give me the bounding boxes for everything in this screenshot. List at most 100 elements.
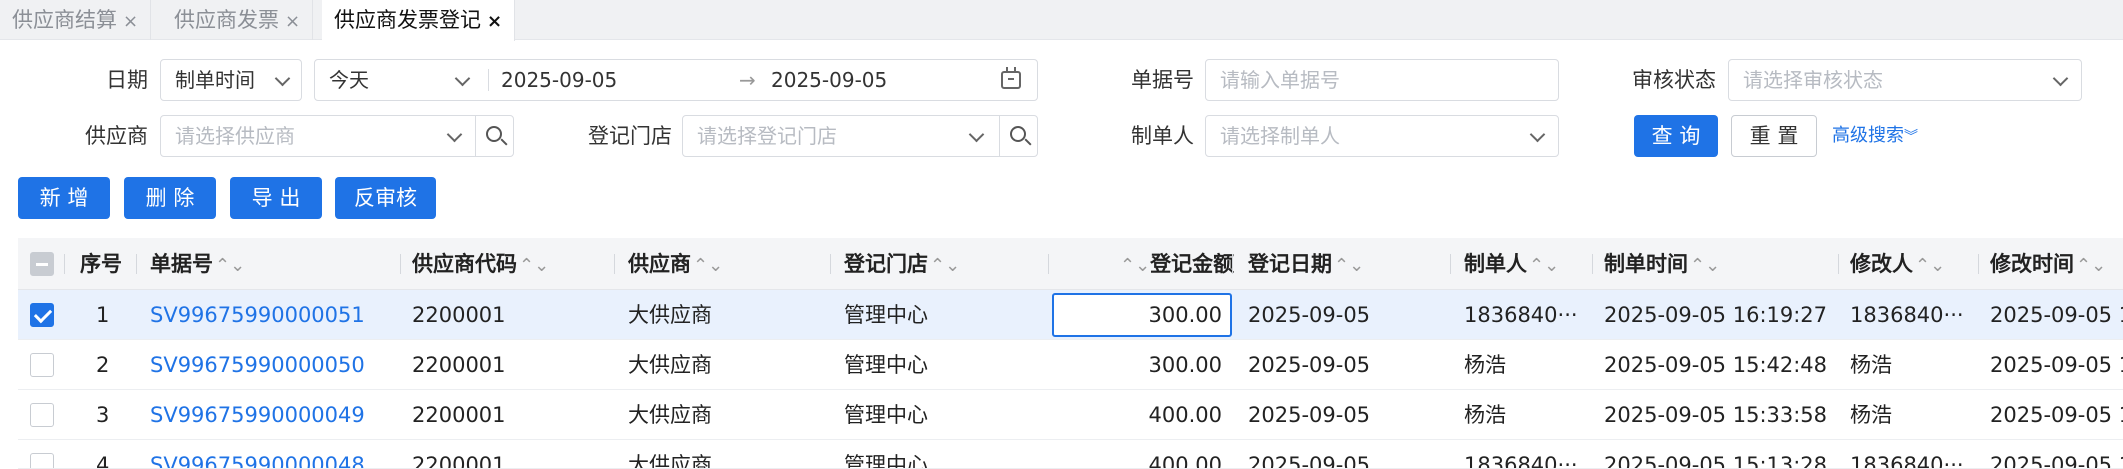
store-placeholder: 请选择登记门店 (697, 124, 837, 148)
cell-seq: 2 (96, 353, 110, 377)
doc-no-input[interactable]: 请输入单据号 (1205, 59, 1559, 101)
cell-modified-time: 2025-09-05 15 (1990, 403, 2123, 427)
cell-supplier-code: 2200001 (412, 353, 506, 377)
col-creator-label: 制单人 (1464, 252, 1527, 276)
col-doc-no[interactable]: 单据号 ⌃⌄ (150, 238, 245, 290)
cell-store: 管理中心 (844, 453, 928, 469)
close-icon[interactable]: × (123, 11, 138, 32)
cell-reg-date: 2025-09-05 (1248, 403, 1371, 427)
cell-supplier-code: 2200001 (412, 303, 506, 327)
audit-status-select[interactable]: 请选择审核状态 (1728, 59, 2082, 101)
col-supplier[interactable]: 供应商 ⌃⌄ (628, 238, 723, 290)
divider (488, 69, 489, 91)
table-row[interactable]: 1 SV99675990000051 2200001 大供应商 管理中心 300… (18, 290, 2123, 340)
chevron-down-icon (1529, 126, 1546, 143)
tab-supplier-invoice[interactable]: 供应商发票 × (162, 0, 314, 40)
col-amount[interactable]: ⌃⌄登记金额 (1118, 238, 1234, 290)
cell-seq: 1 (96, 303, 110, 327)
cell-store: 管理中心 (844, 403, 928, 427)
tab-supplier-settlement[interactable]: 供应商结算 × (0, 0, 152, 40)
date-range-picker[interactable]: 今天 2025-09-05 → 2025-09-05 (314, 59, 1038, 101)
col-modifier-label: 修改人 (1850, 252, 1913, 276)
close-icon[interactable]: × (487, 11, 502, 32)
col-creator[interactable]: 制单人 ⌃⌄ (1464, 238, 1559, 290)
store-label: 登记门店 (588, 124, 672, 148)
cell-supplier: 大供应商 (628, 453, 712, 469)
col-store-label: 登记门店 (844, 252, 928, 276)
col-supplier-code[interactable]: 供应商代码 ⌃⌄ (412, 238, 549, 290)
store-select[interactable]: 请选择登记门店 (682, 115, 1038, 157)
row-checkbox[interactable] (30, 353, 54, 377)
cell-creator: 杨浩 (1464, 403, 1506, 427)
sort-icon: ⌃⌄ (1120, 255, 1151, 276)
cell-modifier: 杨浩 (1850, 403, 1892, 427)
cell-supplier-code: 2200001 (412, 403, 506, 427)
date-type-select[interactable]: 制单时间 (160, 59, 302, 101)
cell-doc-no-link[interactable]: SV99675990000049 (150, 390, 365, 440)
cell-created-time: 2025-09-05 16:19:27 (1604, 303, 1828, 327)
column-divider (830, 254, 831, 274)
column-divider (1048, 254, 1049, 274)
cell-creator: 1836840··· (1464, 303, 1578, 327)
col-reg-date[interactable]: 登记日期 ⌃⌄ (1248, 238, 1364, 290)
search-icon[interactable] (999, 116, 1037, 156)
date-end-input[interactable]: 2025-09-05 (771, 60, 887, 100)
query-button[interactable]: 查 询 (1634, 115, 1718, 157)
cell-modified-time: 2025-09-05 15 (1990, 453, 2123, 469)
chevron-down-icon (454, 70, 471, 87)
cell-store: 管理中心 (844, 353, 928, 377)
creator-select[interactable]: 请选择制单人 (1205, 115, 1559, 157)
cell-modifier: 1836840··· (1850, 303, 1964, 327)
cell-amount[interactable]: 300.00 (1052, 290, 1222, 340)
column-divider (1232, 254, 1233, 274)
tab-supplier-invoice-register[interactable]: 供应商发票登记 × (322, 0, 516, 41)
row-checkbox[interactable] (30, 303, 54, 327)
supplier-placeholder: 请选择供应商 (175, 124, 295, 148)
cell-creator: 杨浩 (1464, 353, 1506, 377)
unaudit-button[interactable]: 反审核 (335, 177, 436, 219)
chevron-down-icon (446, 126, 463, 143)
col-modifier[interactable]: 修改人 ⌃⌄ (1850, 238, 1945, 290)
table-row[interactable]: 3 SV99675990000049 2200001 大供应商 管理中心 400… (18, 390, 2123, 440)
col-created-time-label: 制单时间 (1604, 252, 1688, 276)
export-button[interactable]: 导 出 (230, 177, 322, 219)
add-button[interactable]: 新 增 (18, 177, 110, 219)
chevron-down-icon (274, 70, 291, 87)
cell-creator: 1836840··· (1464, 453, 1578, 469)
delete-button[interactable]: 删 除 (124, 177, 216, 219)
table-row[interactable]: 4 SV99675990000048 2200001 大供应商 管理中心 400… (18, 440, 2123, 469)
column-divider (64, 254, 65, 274)
doc-no-placeholder: 请输入单据号 (1220, 68, 1340, 92)
cell-modifier: 杨浩 (1850, 353, 1892, 377)
supplier-select[interactable]: 请选择供应商 (160, 115, 514, 157)
row-checkbox[interactable] (30, 453, 54, 468)
column-divider (400, 254, 401, 274)
date-range-value: 今天 (329, 68, 369, 92)
col-created-time[interactable]: 制单时间 ⌃⌄ (1604, 238, 1720, 290)
col-amount-label: 登记金额 (1150, 252, 1235, 276)
row-checkbox[interactable] (30, 403, 54, 427)
col-reg-date-label: 登记日期 (1248, 252, 1332, 276)
sort-icon: ⌃⌄ (1690, 255, 1721, 276)
col-modified-time-label: 修改时间 (1990, 252, 2074, 276)
audit-status-label: 审核状态 (1632, 68, 1716, 92)
calendar-icon[interactable] (1001, 67, 1021, 89)
cell-doc-no-link[interactable]: SV99675990000048 (150, 440, 365, 468)
cell-doc-no-link[interactable]: SV99675990000051 (150, 290, 365, 340)
close-icon[interactable]: × (285, 11, 300, 32)
reset-button[interactable]: 重 置 (1731, 115, 1817, 157)
audit-status-placeholder: 请选择审核状态 (1743, 68, 1883, 92)
cell-doc-no-link[interactable]: SV99675990000050 (150, 340, 365, 390)
col-modified-time[interactable]: 修改时间 ⌃⌄ (1990, 238, 2106, 290)
col-store[interactable]: 登记门店 ⌃⌄ (844, 238, 960, 290)
search-icon[interactable] (475, 116, 513, 156)
cell-created-time: 2025-09-05 15:33:58 (1604, 403, 1828, 427)
date-label: 日期 (106, 68, 148, 92)
table-row[interactable]: 2 SV99675990000050 2200001 大供应商 管理中心 300… (18, 340, 2123, 390)
date-start-input[interactable]: 2025-09-05 (501, 60, 617, 100)
advanced-search-link[interactable]: 高级搜索︾ (1832, 115, 1918, 158)
sort-icon: ⌃⌄ (215, 255, 246, 276)
select-all-checkbox[interactable] (30, 252, 54, 276)
cell-supplier-code: 2200001 (412, 453, 506, 469)
cell-seq: 4 (96, 453, 110, 469)
